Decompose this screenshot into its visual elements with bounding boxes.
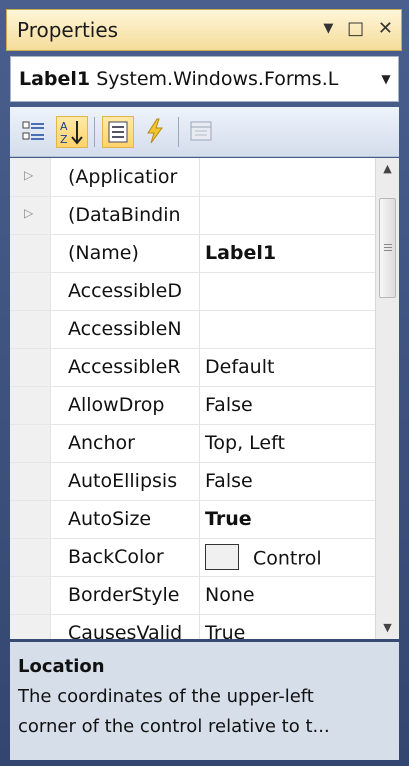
- column-divider: [199, 272, 200, 310]
- property-value-cell[interactable]: True: [205, 508, 252, 530]
- selected-object-name: Label1: [19, 68, 91, 90]
- property-value: False: [205, 470, 253, 492]
- scroll-up-icon[interactable]: ▲: [376, 158, 399, 180]
- column-divider: [199, 424, 200, 462]
- object-selector-text: Label1 System.Windows.Forms.L: [19, 68, 338, 90]
- property-name[interactable]: Anchor: [68, 432, 196, 454]
- thumb-grip: [384, 244, 392, 245]
- property-value-cell[interactable]: False: [205, 394, 253, 416]
- property-name[interactable]: BorderStyle: [68, 584, 196, 606]
- property-name[interactable]: AllowDrop: [68, 394, 196, 416]
- color-swatch: [205, 544, 239, 570]
- title-bar[interactable]: Properties ▼ □ ✕: [6, 9, 402, 51]
- close-icon[interactable]: ✕: [378, 18, 393, 39]
- property-row[interactable]: AccessibleN: [10, 310, 375, 349]
- property-row[interactable]: Anchor Top, Left: [10, 424, 375, 463]
- alpha-z-text: Z: [60, 133, 68, 146]
- properties-button[interactable]: [102, 116, 134, 148]
- categorized-icon: [22, 121, 44, 140]
- property-value-cell[interactable]: Default: [205, 356, 274, 378]
- column-divider: [199, 386, 200, 424]
- properties-icon: [108, 121, 128, 143]
- property-row[interactable]: BorderStyle None: [10, 576, 375, 615]
- property-value: None: [205, 584, 255, 606]
- property-value-cell[interactable]: False: [205, 470, 253, 492]
- property-value: True: [205, 508, 252, 530]
- column-divider: [199, 234, 200, 272]
- column-divider: [199, 500, 200, 538]
- object-selector-combobox[interactable]: Label1 System.Windows.Forms.L ▼: [10, 56, 399, 102]
- events-icon: [147, 118, 163, 144]
- property-name[interactable]: (DataBindin: [68, 204, 196, 226]
- property-name[interactable]: AccessibleD: [68, 280, 196, 302]
- property-pages-icon: [190, 121, 212, 141]
- vertical-scrollbar[interactable]: ▲ ▼: [375, 158, 399, 639]
- property-name[interactable]: (Applicatior: [68, 166, 196, 188]
- selected-object-type: System.Windows.Forms.L: [96, 68, 339, 90]
- properties-toolbar: A Z: [10, 107, 399, 157]
- expand-icon[interactable]: ▷: [24, 168, 33, 182]
- column-divider: [199, 462, 200, 500]
- alphabetical-icon: A Z: [60, 120, 83, 146]
- categorized-button[interactable]: [18, 116, 50, 148]
- property-row[interactable]: (Name) Label1: [10, 234, 375, 273]
- property-value-cell[interactable]: Control: [205, 544, 322, 572]
- property-value: Default: [205, 356, 275, 378]
- property-name[interactable]: AccessibleN: [68, 318, 196, 340]
- property-row[interactable]: CausesValid True: [10, 614, 375, 639]
- column-divider: [199, 538, 200, 576]
- property-value: Label1: [205, 242, 277, 264]
- property-value: False: [205, 394, 253, 416]
- property-name[interactable]: BackColor: [68, 546, 196, 568]
- toolbar-separator: [178, 117, 179, 147]
- description-text-line2: corner of the control relative to t...: [18, 716, 330, 737]
- column-divider: [199, 614, 200, 639]
- property-row[interactable]: AutoSize True: [10, 500, 375, 539]
- column-divider: [199, 158, 200, 196]
- property-value-cell[interactable]: None: [205, 584, 255, 606]
- description-panel: Location The coordinates of the upper-le…: [10, 642, 399, 760]
- toolbar-separator: [94, 117, 95, 147]
- property-row[interactable]: BackColor Control: [10, 538, 375, 577]
- alphabetical-button[interactable]: A Z: [56, 116, 88, 148]
- property-value-cell[interactable]: True: [205, 622, 245, 639]
- property-pages-button[interactable]: [186, 116, 218, 148]
- column-divider: [199, 576, 200, 614]
- property-row[interactable]: AccessibleD: [10, 272, 375, 311]
- column-divider: [199, 310, 200, 348]
- property-value: True: [205, 622, 246, 639]
- property-name[interactable]: CausesValid: [68, 622, 196, 639]
- properties-window: Properties ▼ □ ✕ Label1 System.Windows.F…: [0, 0, 409, 766]
- scroll-down-icon[interactable]: ▼: [376, 617, 399, 639]
- property-name[interactable]: AccessibleR: [68, 356, 196, 378]
- property-row[interactable]: AccessibleR Default: [10, 348, 375, 387]
- property-name[interactable]: AutoSize: [68, 508, 196, 530]
- property-row[interactable]: AllowDrop False: [10, 386, 375, 425]
- title-controls: ▼ □ ✕: [315, 18, 393, 39]
- property-value: Control: [253, 547, 322, 570]
- property-value-cell[interactable]: Top, Left: [205, 432, 285, 454]
- events-button[interactable]: [140, 116, 172, 148]
- property-value-cell[interactable]: Label1: [205, 242, 276, 264]
- property-row[interactable]: ▷ (Applicatior: [10, 158, 375, 197]
- property-row[interactable]: AutoEllipsis False: [10, 462, 375, 501]
- column-divider: [199, 196, 200, 234]
- thumb-grip: [384, 250, 392, 251]
- property-grid: ▷ (Applicatior ▷ (DataBindin (Name) Label1 Acc…: [10, 158, 399, 639]
- property-row[interactable]: ▷ (DataBindin: [10, 196, 375, 235]
- alpha-a-text: A: [60, 120, 68, 133]
- chevron-down-icon[interactable]: ▼: [374, 57, 398, 101]
- window-title: Properties: [17, 18, 119, 42]
- thumb-grip: [384, 247, 392, 248]
- window-position-dropdown-icon[interactable]: ▼: [323, 21, 333, 36]
- column-divider: [199, 348, 200, 386]
- property-name[interactable]: (Name): [68, 242, 196, 264]
- property-name[interactable]: AutoEllipsis: [68, 470, 196, 492]
- expand-icon[interactable]: ▷: [24, 206, 33, 220]
- maximize-icon[interactable]: □: [347, 18, 364, 39]
- property-value: Top, Left: [205, 432, 285, 454]
- description-text-line1: The coordinates of the upper-left: [18, 686, 314, 707]
- description-title: Location: [18, 656, 105, 677]
- scroll-thumb[interactable]: [379, 198, 396, 298]
